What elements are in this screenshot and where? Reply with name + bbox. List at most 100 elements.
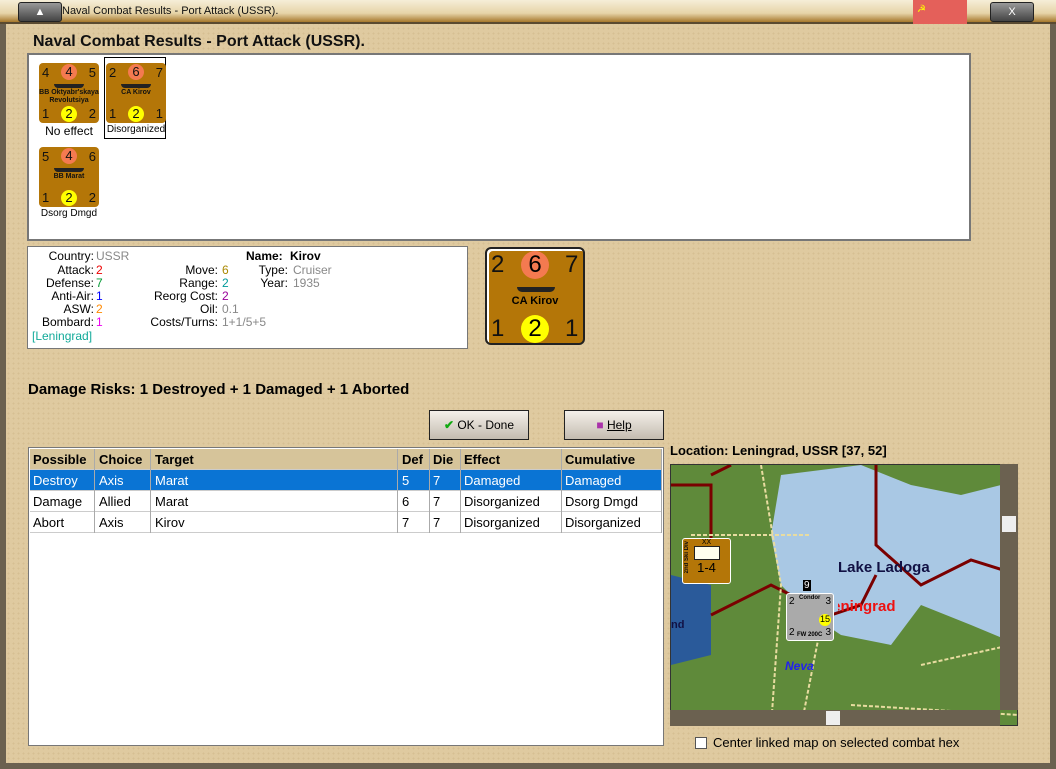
asw-value: 2 [96, 302, 103, 316]
counter-range: 2 [61, 190, 77, 206]
linked-map[interactable]: 2nd Ski Div XX 1-4 2 Condor 3 15 2 FW 20… [670, 464, 1018, 726]
cell: 7 [430, 491, 461, 512]
unit-result-label: Disorganized [106, 124, 166, 135]
counter-attack: 5 [42, 149, 50, 164]
table-row[interactable]: Damage Allied Marat 6 7 Disorganized Dsorg Dmg… [30, 491, 662, 512]
bombard-value: 1 [96, 315, 103, 329]
counter-defense: 6 [521, 251, 549, 279]
defense-value: 7 [96, 276, 103, 290]
map-terrain [671, 465, 1017, 725]
center-map-checkbox[interactable]: Center linked map on selected combat hex [695, 735, 959, 750]
ussr-flag-icon: ☭ [913, 0, 967, 24]
cell: 7 [430, 470, 461, 491]
table-row[interactable]: Abort Axis Kirov 7 7 Disorganized Disorganized [30, 512, 662, 533]
cell: Damage [30, 491, 95, 512]
costs-label: Costs/Turns: [150, 315, 218, 329]
type-label: Type: [258, 263, 288, 277]
unit-info-panel: Country: USSR Attack: 2 Defense: 7 Anti-… [27, 246, 468, 349]
map-horizontal-scrollbar[interactable] [670, 710, 1000, 726]
cell: Axis [96, 512, 151, 533]
cell: Damaged [461, 470, 562, 491]
counter-range: 2 [128, 106, 144, 122]
lake-label: Lake Ladoga [838, 559, 930, 576]
checkbox-label: Center linked map on selected combat hex [713, 735, 960, 750]
cell: Die [430, 449, 461, 470]
combat-results-table: Possible Choice Target Def Die Effect Cumulati… [28, 447, 664, 746]
cell: 5 [399, 470, 430, 491]
counter-range: 2 [521, 315, 549, 343]
air-name: Condor [799, 595, 821, 601]
unit-results-panel: 4 4 5 BB Oktyabr'skaya Revolutsiya 1 2 2… [27, 53, 971, 241]
ship-icon [54, 84, 84, 88]
cell: Target [152, 449, 398, 470]
cell: 7 [399, 512, 430, 533]
cell: Disorganized [461, 512, 562, 533]
counter-aa: 1 [42, 106, 50, 121]
counter-aa: 1 [42, 190, 50, 205]
window-title: Naval Combat Results - Port Attack (USSR… [62, 5, 279, 17]
reorg-value: 2 [222, 289, 229, 303]
bombard-label: Bombard: [41, 315, 94, 329]
oil-value: 0.1 [222, 302, 239, 316]
sea-label: nd [671, 619, 685, 631]
cell: Destroy [30, 470, 95, 491]
table-row[interactable]: Destroy Axis Marat 5 7 Damaged Damaged [30, 470, 662, 491]
cell: Possible [30, 449, 95, 470]
cell: Choice [96, 449, 151, 470]
air-model: FW 200C [797, 632, 823, 638]
unit-counter[interactable]: 5 4 6 BB Marat 1 2 2 [39, 147, 99, 207]
selected-unit-counter: 2 6 7 CA Kirov 1 2 1 [485, 247, 585, 345]
move-label: Move: [185, 263, 218, 277]
country-value: USSR [96, 249, 130, 263]
counter-attack: 2 [491, 251, 505, 278]
land-unit-counter[interactable]: 2nd Ski Div XX 1-4 [682, 538, 731, 584]
counter-defense: 4 [61, 148, 77, 164]
scroll-thumb[interactable] [1002, 516, 1016, 532]
air-unit-counter[interactable]: 2 Condor 3 15 2 FW 200C 3 [786, 593, 834, 641]
counter-aa: 1 [491, 315, 505, 342]
close-button[interactable]: X [990, 2, 1034, 22]
counter-asw: 1 [155, 106, 163, 121]
location-label: Location: Leningrad, USSR [37, 52] [670, 443, 887, 458]
costs-value: 1+1/5+5 [222, 315, 267, 329]
unit-counter[interactable]: 4 4 5 BB Oktyabr'skaya Revolutsiya 1 2 2 [39, 63, 99, 123]
counter-name: BB Oktyabr'skaya Revolutsiya [39, 89, 99, 104]
cell: Dsorg Dmgd [562, 491, 662, 512]
cell: Allied [96, 491, 151, 512]
ok-done-button[interactable]: ✔ OK - Done [429, 410, 529, 440]
cell: Disorganized [461, 491, 562, 512]
cell: Def [399, 449, 430, 470]
cell: Cumulative [562, 449, 662, 470]
counter-range: 2 [61, 106, 77, 122]
type-value: Cruiser [293, 263, 332, 277]
unit-result-label: Dsorg Dmgd [40, 208, 98, 219]
counter-move: 7 [155, 65, 163, 80]
cell: Marat [152, 491, 398, 512]
checkbox-box[interactable] [695, 737, 707, 749]
help-label: Help [606, 418, 632, 432]
counter-name: BB Marat [53, 173, 85, 180]
unit-counter[interactable]: 2 6 7 CA Kirov 1 2 1 [106, 63, 166, 123]
cell: Abort [30, 512, 95, 533]
air-tr: 3 [825, 596, 831, 607]
unit-size: XX [701, 539, 712, 546]
anti-air-label: Anti-Air: [51, 289, 94, 303]
home-port-link[interactable]: [Leningrad] [32, 329, 92, 343]
counter-asw: 1 [565, 315, 579, 342]
minimize-button[interactable]: ▲ [18, 2, 62, 22]
cell: 6 [399, 491, 430, 512]
air-range: 15 [819, 614, 831, 626]
cell: 7 [430, 512, 461, 533]
cell: Axis [96, 470, 151, 491]
attack-label: Attack: [57, 263, 94, 277]
table-header[interactable]: Possible Choice Target Def Die Effect Cumulati… [30, 449, 662, 470]
scroll-thumb[interactable] [826, 711, 840, 725]
cell: Kirov [152, 512, 398, 533]
counter-defense: 6 [128, 64, 144, 80]
help-button[interactable]: ■ Help [564, 410, 664, 440]
map-vertical-scrollbar[interactable] [1000, 464, 1018, 710]
help-book-icon: ■ [596, 418, 604, 432]
cell: Damaged [562, 470, 662, 491]
air-br: 3 [825, 627, 831, 638]
name-label: Name: [246, 249, 283, 263]
